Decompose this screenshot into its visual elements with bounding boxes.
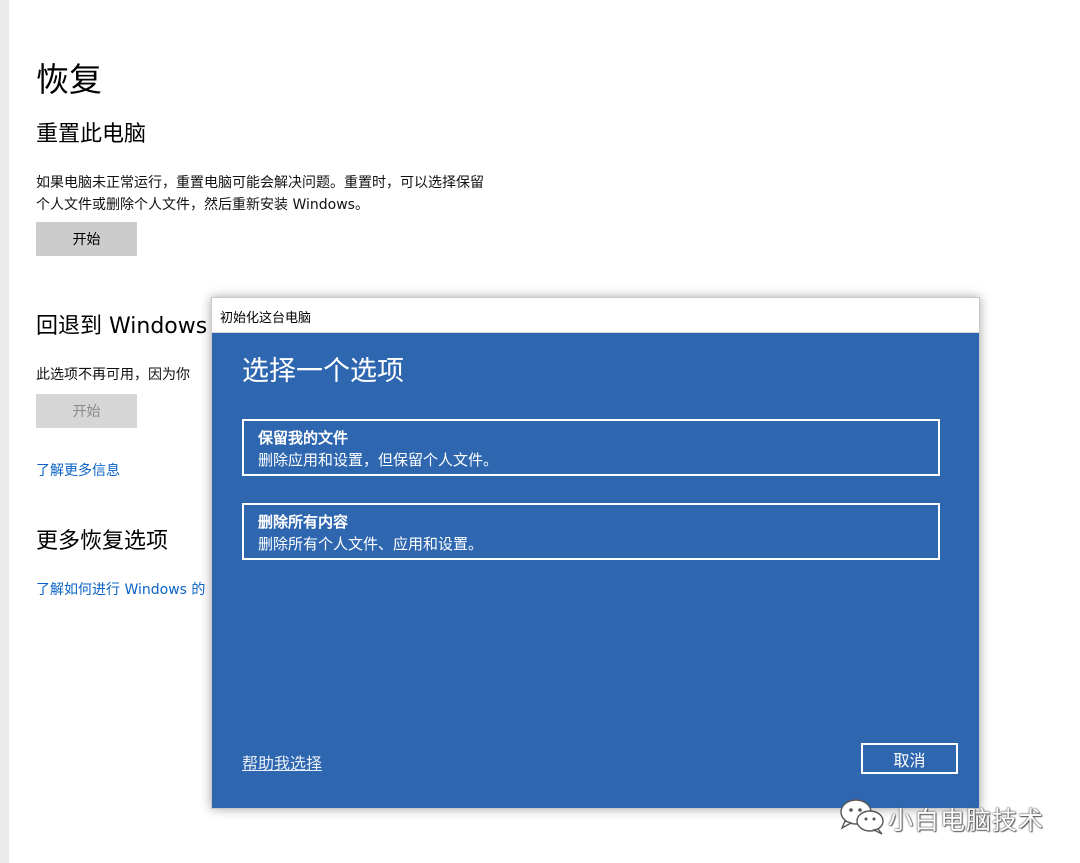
option-title: 保留我的文件 — [258, 429, 349, 447]
option-remove-everything[interactable]: 删除所有内容 删除所有个人文件、应用和设置。 — [242, 503, 940, 560]
more-recovery-options-title: 更多恢复选项 — [36, 529, 169, 554]
reset-pc-description-line1: 如果电脑未正常运行，重置电脑可能会解决问题。重置时，可以选择保留 — [36, 175, 484, 191]
page-title: 恢复 — [36, 60, 102, 99]
help-me-choose-link[interactable]: 帮助我选择 — [242, 750, 322, 774]
reset-pc-title: 重置此电脑 — [36, 122, 147, 147]
option-title: 删除所有内容 — [258, 513, 349, 531]
wechat-icon — [840, 799, 884, 835]
rollback-description: 此选项不再可用，因为你 — [36, 367, 190, 383]
reset-pc-description-line2: 个人文件或删除个人文件，然后重新安装 Windows。 — [36, 197, 369, 213]
option-keep-my-files[interactable]: 保留我的文件 删除应用和设置，但保留个人文件。 — [242, 419, 940, 476]
cancel-button[interactable]: 取消 — [861, 743, 958, 774]
learn-more-link[interactable]: 了解更多信息 — [36, 460, 120, 482]
option-description: 删除应用和设置，但保留个人文件。 — [258, 451, 499, 469]
dialog-heading: 选择一个选项 — [242, 356, 404, 387]
dialog-window-title: 初始化这台电脑 — [220, 311, 312, 326]
rollback-start-button[interactable]: 开始 — [36, 394, 137, 428]
reset-pc-dialog: 初始化这台电脑 选择一个选项 保留我的文件 删除应用和设置，但保留个人文件。 删… — [211, 297, 980, 809]
watermark: 小白电脑技术 — [838, 797, 1058, 837]
watermark-text: 小白电脑技术 — [888, 806, 1045, 835]
option-description: 删除所有个人文件、应用和设置。 — [258, 535, 484, 553]
reset-start-button[interactable]: 开始 — [36, 222, 137, 256]
rollback-title: 回退到 Windows 1 — [36, 314, 229, 339]
dialog-titlebar: 初始化这台电脑 — [212, 298, 979, 333]
learn-recovery-link[interactable]: 了解如何进行 Windows 的 — [36, 579, 205, 601]
